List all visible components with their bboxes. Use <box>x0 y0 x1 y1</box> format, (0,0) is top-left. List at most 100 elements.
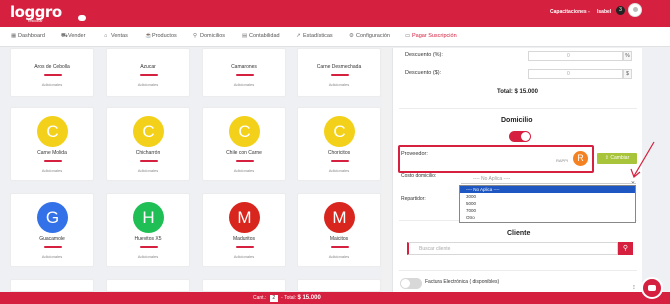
avatar[interactable] <box>628 3 642 17</box>
product-card[interactable]: H Huevitos X5 Adicionales <box>106 193 190 267</box>
notification-badge[interactable]: 3 <box>616 6 625 15</box>
product-card[interactable]: Aros de Cebolla Adicionales <box>10 48 94 97</box>
product-underline <box>140 74 158 76</box>
product-card[interactable]: Camarones Adicionales <box>202 48 286 97</box>
product-avatar: H <box>133 202 164 233</box>
product-additionals[interactable]: Adicionales <box>107 82 189 87</box>
nav-item-dashboard[interactable]: ▦ Dashboard <box>11 33 45 39</box>
product-additionals[interactable]: Adicionales <box>298 254 380 259</box>
grid-scrollbar[interactable] <box>382 48 390 290</box>
logo-subtitle: restobar <box>28 18 43 23</box>
discount-pct-unit: % <box>623 51 632 61</box>
product-additionals[interactable]: Adicionales <box>203 82 285 87</box>
nav-item-contabilidad[interactable]: ▤ Contabilidad <box>242 33 280 39</box>
product-card[interactable]: Azucar Adicionales <box>106 48 190 97</box>
domicilio-toggle[interactable] <box>509 131 531 142</box>
product-additionals[interactable]: Adicionales <box>107 254 189 259</box>
product-avatar: C <box>133 116 164 147</box>
product-additionals[interactable]: Adicionales <box>11 254 93 259</box>
nav-item-pagar-suscripcion[interactable]: ▭ Pagar Suscripción <box>405 33 457 39</box>
product-card[interactable] <box>202 279 286 292</box>
product-avatar: C <box>37 116 68 147</box>
product-name: Aros de Cebolla <box>34 64 70 70</box>
annotation-arrow-icon <box>630 141 655 179</box>
dashboard-icon: ▦ <box>11 33 17 39</box>
chat-icon[interactable] <box>641 277 663 299</box>
nav-item-estadisticas[interactable]: ↗ Estadísticas <box>296 33 333 39</box>
product-card[interactable]: C Carne Molida Adicionales <box>10 107 94 181</box>
repartidor-label: Repartidor: <box>401 196 426 202</box>
product-name: Maduritos <box>233 236 255 242</box>
gear-icon: ⚙ <box>349 33 354 39</box>
cliente-search-input[interactable]: Buscar cliente <box>407 242 618 255</box>
cart-quantity: 2 <box>269 295 278 302</box>
proveedor-label: Proveedor: <box>401 151 428 157</box>
product-name: Maicitos <box>329 236 349 242</box>
main-nav: ▦ Dashboard ⛟Vender ⌂ Ventas ☕Productos ⚲ D… <box>0 27 670 47</box>
costo-domicilio-dropdown: ---- No Aplica ---- 3000 5000 7000 Otro <box>459 185 636 223</box>
products-icon: ☕ <box>145 33 152 39</box>
product-additionals[interactable]: Adicionales <box>203 254 285 259</box>
nav-item-productos[interactable]: ☕Productos <box>145 33 177 39</box>
dropdown-option[interactable]: ---- No Aplica ---- <box>460 186 635 193</box>
user-name[interactable]: Isabel <box>597 9 611 15</box>
product-card[interactable]: C Chicharrón Adicionales <box>106 107 190 181</box>
product-avatar: C <box>229 116 260 147</box>
product-additionals[interactable]: Adicionales <box>107 168 189 173</box>
nav-item-configuracion[interactable]: ⚙ Configuración <box>349 33 390 39</box>
product-avatar: C <box>324 116 355 147</box>
divider <box>399 108 637 109</box>
product-underline <box>44 74 62 76</box>
cart-summary[interactable]: Cant.: 2 - Total: $ 15.000 <box>253 295 321 302</box>
cart-icon: ⛟ <box>61 33 68 39</box>
dropdown-option[interactable]: 3000 <box>460 193 635 200</box>
product-underline <box>236 246 254 248</box>
product-name: Carne Molida <box>37 150 67 156</box>
order-panel: Descuento (%): 0 % Descuento ($): 0 $ To… <box>392 48 642 292</box>
product-card[interactable]: M Maicitos Adicionales <box>297 193 381 267</box>
product-card[interactable]: M Maduritos Adicionales <box>202 193 286 267</box>
chart-icon: ↗ <box>296 33 301 39</box>
product-additionals[interactable]: Adicionales <box>298 82 380 87</box>
top-bar: loggro restobar Capacitaciones - Isabel … <box>0 0 670 27</box>
company-name[interactable]: Capacitaciones - <box>550 9 590 15</box>
factura-label: Factura Electrónica ( disponibles) <box>425 279 500 285</box>
cart-total: $ 15.000 <box>297 295 321 301</box>
product-name: Guacamole <box>39 236 65 242</box>
product-card[interactable] <box>106 279 190 292</box>
product-name: Huevitos X5 <box>134 236 162 242</box>
accounting-icon: ▤ <box>242 33 248 39</box>
product-card[interactable]: Carne Desmechada Adicionales <box>297 48 381 97</box>
product-name: Chicharrón <box>135 150 161 156</box>
product-underline <box>236 74 254 76</box>
product-card[interactable]: C Chile con Carne Adicionales <box>202 107 286 181</box>
factura-toggle[interactable] <box>400 278 422 289</box>
product-underline <box>140 160 158 162</box>
costo-domicilio-select[interactable]: ---- No Aplica ---- <box>461 175 636 184</box>
product-card[interactable] <box>10 279 94 292</box>
product-additionals[interactable]: Adicionales <box>298 168 380 173</box>
discount-pct-input[interactable]: 0 <box>528 51 623 61</box>
search-button[interactable]: ⚲ <box>618 242 633 255</box>
product-additionals[interactable]: Adicionales <box>11 82 93 87</box>
product-card[interactable]: G Guacamole Adicionales <box>10 193 94 267</box>
provider-name: RAPPI <box>556 158 569 163</box>
product-name: Chile con Carne <box>226 150 262 156</box>
dropdown-option[interactable]: 5000 <box>460 200 635 207</box>
nav-item-vender[interactable]: ⛟Vender <box>61 33 85 40</box>
dropdown-option[interactable]: Otro <box>460 214 635 221</box>
nav-item-ventas[interactable]: ⌂ Ventas <box>104 33 128 39</box>
product-additionals[interactable]: Adicionales <box>203 168 285 173</box>
product-card[interactable]: C Choricitos Adicionales <box>297 107 381 181</box>
product-additionals[interactable]: Adicionales <box>11 168 93 173</box>
dropdown-option[interactable]: 7000 <box>460 207 635 214</box>
product-underline <box>140 246 158 248</box>
discount-amt-input[interactable]: 0 <box>528 69 623 79</box>
nav-item-domicilios[interactable]: ⚲ Domicilios <box>193 33 225 39</box>
discount-pct-label: Descuento (%): <box>405 52 443 58</box>
product-name: Camarones <box>231 64 257 70</box>
product-underline <box>331 160 349 162</box>
product-name: Choricitos <box>327 150 351 156</box>
product-underline <box>44 246 62 248</box>
product-card[interactable] <box>297 279 381 292</box>
